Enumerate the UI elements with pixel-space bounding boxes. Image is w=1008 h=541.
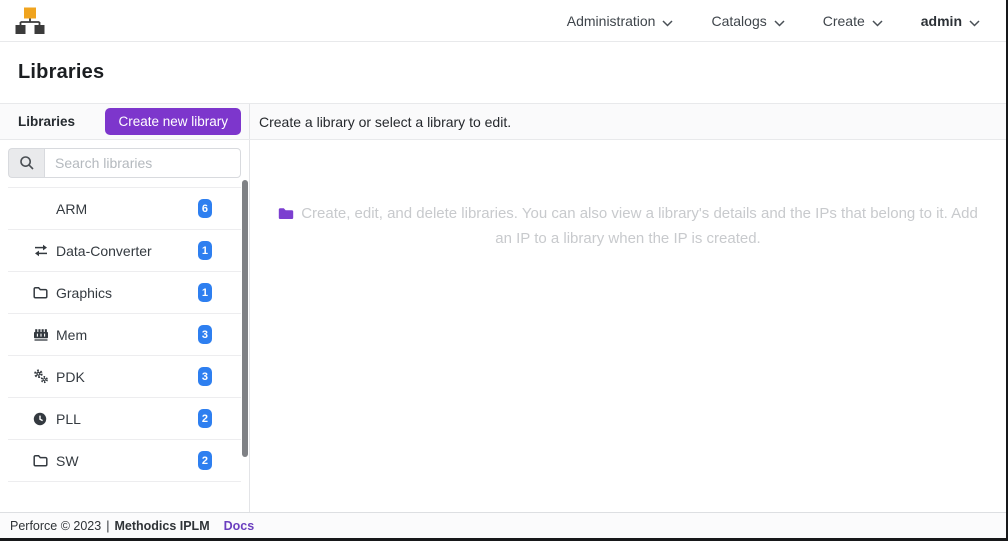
- blank-icon: [33, 496, 49, 497]
- nav-user-menu[interactable]: admin: [921, 12, 980, 30]
- chevron-down-icon: [969, 14, 980, 30]
- empty-state-message: Create, edit, and delete libraries. You …: [272, 202, 984, 250]
- footer: Perforce © 2023 | Methodics IPLM Docs: [0, 512, 1006, 538]
- nav-create-menu[interactable]: Create: [823, 12, 883, 30]
- chevron-down-icon: [872, 14, 883, 30]
- nav-catalogs-label: Catalogs: [711, 12, 767, 29]
- toolbar-helper-text: Create a library or select a library to …: [259, 113, 512, 130]
- toolbar-right-section: Create a library or select a library to …: [250, 104, 511, 139]
- library-row-mem[interactable]: Mem 3: [8, 314, 241, 356]
- library-row-sw[interactable]: SW 2: [8, 440, 241, 482]
- nav-create-label: Create: [822, 12, 865, 29]
- library-label: SW: [56, 452, 79, 469]
- library-label: PLL: [56, 410, 81, 427]
- folder-outline-icon: [33, 286, 49, 300]
- library-label: Data-Converter: [56, 242, 152, 259]
- library-row-data-converter[interactable]: Data-Converter 1: [8, 230, 241, 272]
- library-row-partial[interactable]: [8, 482, 241, 497]
- page-title: Libraries: [18, 61, 105, 83]
- library-search-group: [8, 148, 241, 178]
- empty-state-text: Create, edit, and delete libraries. You …: [301, 205, 978, 247]
- memory-chip-icon: [33, 328, 49, 342]
- gears-icon: [33, 369, 49, 384]
- ip-count-badge: 3: [197, 325, 212, 344]
- footer-separator: |: [106, 518, 110, 533]
- content-area: ARM 6 Data-Converter 1: [0, 140, 1006, 512]
- toolbar-left-section: Libraries Create new library: [0, 104, 250, 139]
- chevron-down-icon: [774, 14, 785, 30]
- library-row-arm[interactable]: ARM 6: [8, 188, 241, 230]
- library-row-pll[interactable]: PLL 2: [8, 398, 241, 440]
- docs-link[interactable]: Docs: [224, 519, 255, 533]
- library-label: Graphics: [56, 284, 113, 301]
- library-label: Mem: [56, 326, 88, 343]
- top-nav-bar: Administration Catalogs Create admin: [0, 0, 1006, 42]
- nav-user-label: admin: [920, 12, 962, 29]
- create-new-library-button[interactable]: Create new library: [105, 108, 241, 135]
- library-list: ARM 6 Data-Converter 1 Graphics 1 Mem 3 …: [8, 187, 241, 497]
- search-libraries-input[interactable]: [44, 148, 241, 178]
- footer-copyright: Perforce © 2023: [10, 518, 102, 533]
- top-nav-menu: Administration Catalogs Create admin: [567, 12, 980, 30]
- swap-arrows-icon: [33, 244, 49, 258]
- nav-administration-menu[interactable]: Administration: [567, 12, 674, 30]
- library-row-pdk[interactable]: PDK 3: [8, 356, 241, 398]
- footer-product-name: Methodics IPLM: [114, 518, 210, 533]
- folder-icon: [278, 204, 294, 227]
- library-label: ARM: [56, 200, 88, 217]
- search-icon: [8, 148, 44, 178]
- page-header: Libraries: [0, 42, 1006, 104]
- nav-catalogs-menu[interactable]: Catalogs: [711, 12, 785, 30]
- ip-count-badge: 6: [197, 199, 212, 218]
- library-row-graphics[interactable]: Graphics 1: [8, 272, 241, 314]
- sitemap-logo-icon[interactable]: [14, 6, 46, 36]
- nav-administration-label: Administration: [566, 12, 656, 29]
- ip-count-badge: 1: [197, 241, 212, 260]
- ip-count-badge: 2: [197, 409, 212, 428]
- blank-icon: [33, 202, 49, 216]
- app-window: Administration Catalogs Create admin Lib…: [0, 0, 1008, 541]
- libraries-section-label: Libraries: [18, 114, 76, 129]
- folder-outline-icon: [33, 454, 49, 468]
- ip-count-badge: 1: [197, 283, 212, 302]
- library-label: PDK: [56, 368, 85, 385]
- clock-icon: [33, 412, 49, 426]
- main-panel: Create, edit, and delete libraries. You …: [250, 140, 1006, 512]
- sidebar-scrollbar-thumb[interactable]: [242, 180, 248, 457]
- toolbar: Libraries Create new library Create a li…: [0, 104, 1006, 140]
- libraries-sidebar: ARM 6 Data-Converter 1: [0, 140, 250, 512]
- ip-count-badge: 3: [197, 367, 212, 386]
- ip-count-badge: 2: [197, 451, 212, 470]
- chevron-down-icon: [662, 14, 673, 30]
